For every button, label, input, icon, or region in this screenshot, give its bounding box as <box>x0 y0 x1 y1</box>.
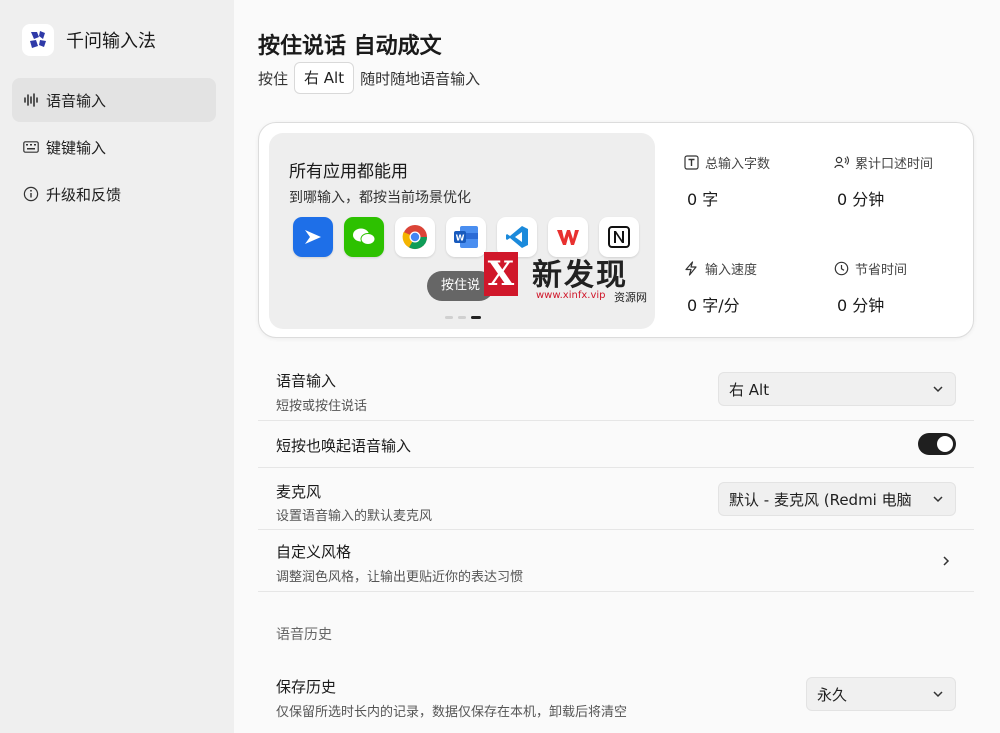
carousel-dot[interactable] <box>445 316 453 319</box>
keyboard-icon <box>22 138 40 156</box>
clock-icon <box>833 261 849 277</box>
sidebar-item-voice-input[interactable]: 语音输入 <box>12 78 216 122</box>
page-title: 按住说话 自动成文 <box>258 34 442 59</box>
app-logo-icon <box>22 24 54 56</box>
feishu-icon <box>293 217 333 257</box>
chrome-icon <box>395 217 435 257</box>
stat-value: 0 字 <box>687 190 719 209</box>
hint-suffix: 随时随地语音输入 <box>360 69 481 88</box>
chevron-down-icon <box>933 386 943 393</box>
setting-title: 麦克风 <box>276 483 322 501</box>
stat-total-chars: 总输入字数 0 字 <box>683 153 833 210</box>
brand: 千问输入法 <box>22 24 156 56</box>
short-press-toggle[interactable] <box>918 433 956 455</box>
app-name: 千问输入法 <box>66 31 156 52</box>
wechat-icon <box>344 217 384 257</box>
voice-wave-icon <box>22 91 40 109</box>
hint-prefix: 按住 <box>258 69 289 88</box>
sidebar-item-label: 语音输入 <box>46 91 107 110</box>
stat-label: 累计口述时间 <box>855 157 934 172</box>
watermark-text: 新发现 <box>532 258 628 293</box>
carousel-dot[interactable] <box>458 316 466 319</box>
setting-save-history: 保存历史 仅保留所选时长内的记录，数据仅保存在本机，卸载后将清空 永久 <box>258 668 974 730</box>
stat-value: 0 分钟 <box>837 296 885 315</box>
setting-voice-input: 语音输入 短按或按住说话 右 Alt <box>258 362 974 421</box>
stat-value: 0 字/分 <box>687 296 740 315</box>
stat-dictation-time: 累计口述时间 0 分钟 <box>833 153 983 210</box>
history-duration-select[interactable]: 永久 <box>806 677 956 711</box>
speaker-person-icon <box>833 155 849 171</box>
hotkey-hint: 按住 右 Alt 随时随地语音输入 <box>258 62 480 94</box>
sidebar-item-key-input[interactable]: 键键输入 <box>12 125 216 169</box>
setting-desc: 调整润色风格，让输出更贴近你的表达习惯 <box>276 570 524 585</box>
microphone-select[interactable]: 默认 - 麦克风 (Redmi 电脑 <box>718 482 956 516</box>
stat-label: 节省时间 <box>855 263 908 278</box>
main-panel: 按住说话 自动成文 按住 右 Alt 随时随地语音输入 所有应用都能用 到哪输入… <box>234 0 1000 733</box>
sidebar-item-upgrade-feedback[interactable]: 升级和反馈 <box>12 172 216 216</box>
hotkey-chip: 右 Alt <box>294 62 355 94</box>
chevron-down-icon <box>933 691 943 698</box>
watermark-tag: 资源网 <box>614 291 647 304</box>
stat-value: 0 分钟 <box>837 190 885 209</box>
carousel-dot-active[interactable] <box>471 316 481 319</box>
stat-time-saved: 节省时间 0 分钟 <box>833 259 983 316</box>
info-icon <box>22 185 40 203</box>
sidebar: 千问输入法 语音输入 键键输入 升级和反馈 <box>0 0 234 733</box>
setting-desc: 仅保留所选时长内的记录，数据仅保存在本机，卸载后将清空 <box>276 705 628 720</box>
setting-title: 短按也唤起语音输入 <box>276 437 412 455</box>
sidebar-item-label: 升级和反馈 <box>46 185 122 204</box>
svg-text:W: W <box>456 234 465 243</box>
chevron-right-icon <box>943 556 950 566</box>
setting-custom-style[interactable]: 自定义风格 调整润色风格，让输出更贴近你的表达习惯 <box>258 530 974 592</box>
watermark-url: www.xinfx.vip <box>536 290 606 301</box>
voice-hotkey-select[interactable]: 右 Alt <box>718 372 956 406</box>
text-t-icon <box>683 155 699 171</box>
setting-desc: 设置语音输入的默认麦克风 <box>276 509 433 524</box>
stat-input-speed: 输入速度 0 字/分 <box>683 259 833 316</box>
chevron-down-icon <box>933 496 943 503</box>
setting-title: 保存历史 <box>276 678 337 696</box>
setting-title: 语音输入 <box>276 372 337 390</box>
carousel-subheading: 到哪输入，都按当前场景优化 <box>289 190 471 206</box>
watermark-x-logo: X <box>484 252 518 296</box>
setting-title: 自定义风格 <box>276 543 352 561</box>
setting-desc: 短按或按住说话 <box>276 399 368 414</box>
setting-short-press: 短按也唤起语音输入 <box>258 421 974 468</box>
select-value: 右 Alt <box>729 380 770 399</box>
lightning-icon <box>683 261 699 277</box>
sidebar-nav: 语音输入 键键输入 升级和反馈 <box>12 78 216 219</box>
sidebar-item-label: 键键输入 <box>46 138 107 157</box>
select-value: 默认 - 麦克风 (Redmi 电脑 <box>729 490 912 509</box>
carousel-heading: 所有应用都能用 <box>289 162 408 182</box>
carousel-dots <box>445 316 481 319</box>
word-icon: W <box>446 217 486 257</box>
watermark: X 新发现 www.xinfx.vip 资源网 <box>484 250 664 308</box>
stat-label: 输入速度 <box>705 263 758 278</box>
stat-label: 总输入字数 <box>705 157 771 172</box>
select-value: 永久 <box>817 685 848 704</box>
setting-microphone: 麦克风 设置语音输入的默认麦克风 默认 - 麦克风 (Redmi 电脑 <box>258 468 974 530</box>
section-voice-history: 语音历史 <box>276 627 332 643</box>
